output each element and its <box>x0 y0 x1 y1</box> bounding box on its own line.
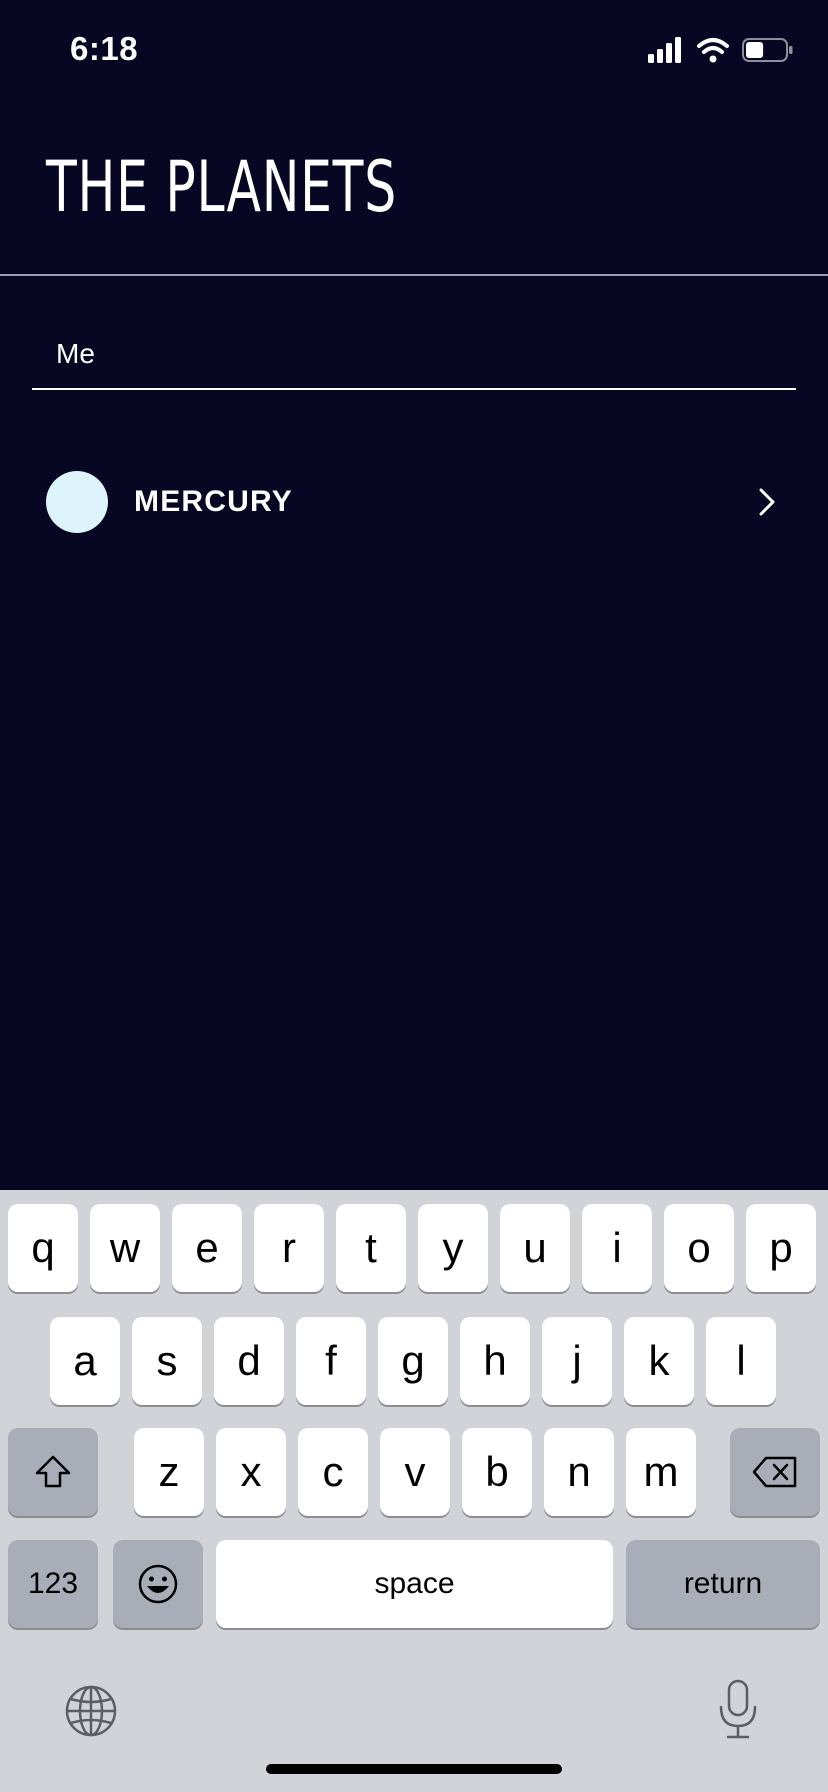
emoji-icon <box>138 1564 178 1604</box>
key-c[interactable]: c <box>298 1428 368 1516</box>
key-o[interactable]: o <box>664 1204 734 1292</box>
key-d[interactable]: d <box>214 1317 284 1405</box>
status-icons <box>648 32 794 68</box>
key-x[interactable]: x <box>216 1428 286 1516</box>
return-key[interactable]: return <box>626 1540 820 1628</box>
chevron-right-icon <box>759 488 775 516</box>
planet-name: MERCURY <box>134 485 293 518</box>
keyboard: qwertyuiop asdfghjkl zxcvbnm 123 space r… <box>0 1190 828 1792</box>
microphone-icon[interactable] <box>716 1678 760 1742</box>
key-i[interactable]: i <box>582 1204 652 1292</box>
battery-icon <box>742 38 793 62</box>
page-title: THE PLANETS <box>46 146 397 228</box>
key-l[interactable]: l <box>706 1317 776 1405</box>
key-m[interactable]: m <box>626 1428 696 1516</box>
status-time: 6:18 <box>70 30 139 67</box>
shift-key[interactable] <box>8 1428 98 1516</box>
key-q[interactable]: q <box>8 1204 78 1292</box>
key-r[interactable]: r <box>254 1204 324 1292</box>
key-s[interactable]: s <box>132 1317 202 1405</box>
key-j[interactable]: j <box>542 1317 612 1405</box>
delete-icon <box>752 1456 797 1488</box>
key-a[interactable]: a <box>50 1317 120 1405</box>
key-z[interactable]: z <box>134 1428 204 1516</box>
key-h[interactable]: h <box>460 1317 530 1405</box>
globe-icon[interactable] <box>64 1684 118 1738</box>
key-u[interactable]: u <box>500 1204 570 1292</box>
emoji-key[interactable] <box>113 1540 203 1628</box>
key-k[interactable]: k <box>624 1317 694 1405</box>
key-v[interactable]: v <box>380 1428 450 1516</box>
search-input[interactable] <box>32 320 796 390</box>
key-f[interactable]: f <box>296 1317 366 1405</box>
key-b[interactable]: b <box>462 1428 532 1516</box>
key-e[interactable]: e <box>172 1204 242 1292</box>
space-key[interactable]: space <box>216 1540 613 1628</box>
key-p[interactable]: p <box>746 1204 816 1292</box>
wifi-icon <box>697 38 729 63</box>
planet-color-dot <box>46 471 108 533</box>
cellular-signal-icon <box>648 37 681 63</box>
delete-key[interactable] <box>730 1428 820 1516</box>
key-g[interactable]: g <box>378 1317 448 1405</box>
key-t[interactable]: t <box>336 1204 406 1292</box>
numbers-key[interactable]: 123 <box>8 1540 98 1628</box>
key-w[interactable]: w <box>90 1204 160 1292</box>
header-divider <box>0 274 828 276</box>
shift-icon <box>35 1455 71 1488</box>
home-indicator <box>266 1764 562 1774</box>
key-y[interactable]: y <box>418 1204 488 1292</box>
planet-list-item[interactable]: MERCURY <box>46 470 782 534</box>
key-n[interactable]: n <box>544 1428 614 1516</box>
